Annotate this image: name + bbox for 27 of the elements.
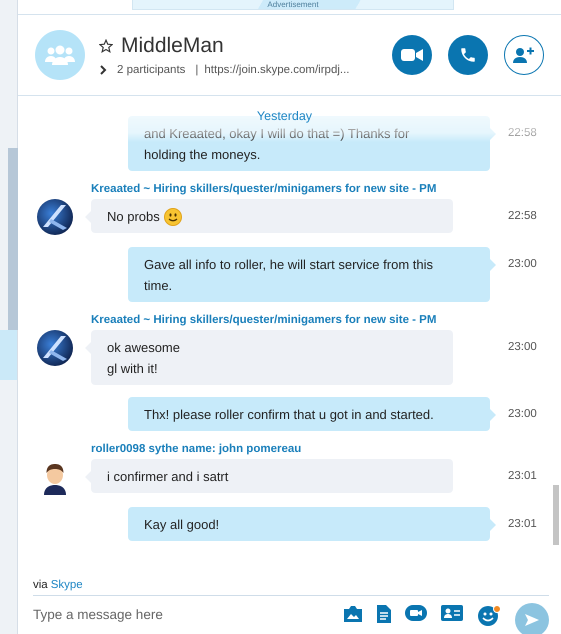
sender-name: Kreaated ~ Hiring skillers/quester/minigamers for new site - PM: [91, 314, 436, 326]
message-input[interactable]: Type a message here: [33, 605, 329, 623]
message-time: 22:58: [508, 126, 538, 141]
skype-link[interactable]: Skype: [50, 579, 83, 591]
message-text: gl with it!: [107, 360, 158, 378]
advertisement-label: Advertisement: [267, 1, 319, 9]
message-text: Gave all info to roller, he will start service from this time.: [144, 256, 434, 295]
message-text: Kay all good!: [144, 516, 220, 534]
message-text: ok awesome: [107, 339, 180, 357]
separator: |: [195, 64, 198, 76]
sender-name: roller0098 sythe name: john pomereau: [91, 443, 302, 455]
message-text: No probs: [107, 208, 160, 226]
message-text: and Kreaated, okay I will do that =) Thanks for holding the moneys.: [144, 125, 410, 164]
message-time: 23:00: [508, 340, 538, 355]
participants-link[interactable]: 2 participants: [117, 64, 186, 76]
message-time: 23:01: [508, 469, 538, 484]
message-text: i confirmer and i satrt: [107, 468, 228, 486]
message-time: 23:00: [508, 407, 538, 422]
via-label: via: [33, 579, 48, 591]
message-time: 23:01: [508, 517, 538, 532]
conversation-title: MiddleMan: [121, 34, 224, 58]
sender-name: Kreaated ~ Hiring skillers/quester/minigamers for new site - PM: [91, 183, 436, 195]
message-time: 22:58: [508, 209, 538, 224]
message-time: 23:00: [508, 257, 538, 272]
date-divider: Yesterday: [256, 110, 312, 123]
message-text: Thx! please roller confirm that u got in and started.: [144, 406, 434, 424]
join-link[interactable]: https://join.skype.com/irpdj...: [204, 64, 350, 76]
